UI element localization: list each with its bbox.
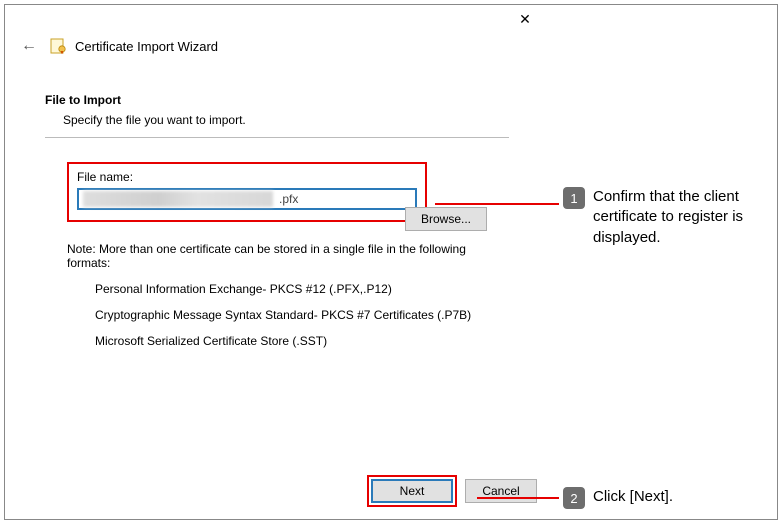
section-subtitle: Specify the file you want to import. bbox=[45, 113, 509, 127]
note-intro: Note: More than one certificate can be s… bbox=[67, 242, 509, 270]
close-button[interactable]: ✕ bbox=[507, 9, 543, 29]
annotation-badge: 1 bbox=[563, 187, 585, 209]
certificate-icon bbox=[49, 37, 67, 55]
back-arrow-icon[interactable]: ← bbox=[17, 35, 41, 57]
certificate-import-wizard-dialog: ✕ ← Certificate Import Wizard File to Im… bbox=[5, 5, 549, 519]
callout-connector-line bbox=[477, 497, 559, 499]
wizard-title: Certificate Import Wizard bbox=[75, 39, 218, 54]
callout-connector-line bbox=[435, 203, 559, 205]
note-item: Personal Information Exchange- PKCS #12 … bbox=[95, 282, 509, 296]
close-icon: ✕ bbox=[519, 11, 531, 28]
divider bbox=[45, 137, 509, 138]
annotation-2: 2 Click [Next]. bbox=[563, 487, 773, 509]
annotation-text: Click [Next]. bbox=[593, 487, 673, 507]
annotation-text: Confirm that the client certificate to r… bbox=[593, 187, 773, 248]
note-block: Note: More than one certificate can be s… bbox=[67, 242, 509, 348]
browse-button[interactable]: Browse... bbox=[405, 207, 487, 231]
next-button[interactable]: Next bbox=[371, 479, 453, 503]
note-item: Microsoft Serialized Certificate Store (… bbox=[95, 334, 509, 348]
wizard-header: ← Certificate Import Wizard bbox=[5, 31, 549, 67]
file-name-input[interactable] bbox=[77, 188, 417, 210]
section-heading: File to Import bbox=[45, 93, 509, 107]
annotation-1: 1 Confirm that the client certificate to… bbox=[563, 187, 773, 248]
titlebar: ✕ bbox=[5, 5, 549, 31]
next-button-highlight-box: Next bbox=[367, 475, 457, 507]
file-name-label: File name: bbox=[77, 170, 417, 184]
note-item: Cryptographic Message Syntax Standard- P… bbox=[95, 308, 509, 322]
documentation-frame: ✕ ← Certificate Import Wizard File to Im… bbox=[4, 4, 778, 520]
annotation-badge: 2 bbox=[563, 487, 585, 509]
cancel-button[interactable]: Cancel bbox=[465, 479, 537, 503]
file-name-highlight-box: File name: bbox=[67, 162, 427, 222]
button-bar: Next Cancel bbox=[367, 475, 537, 507]
